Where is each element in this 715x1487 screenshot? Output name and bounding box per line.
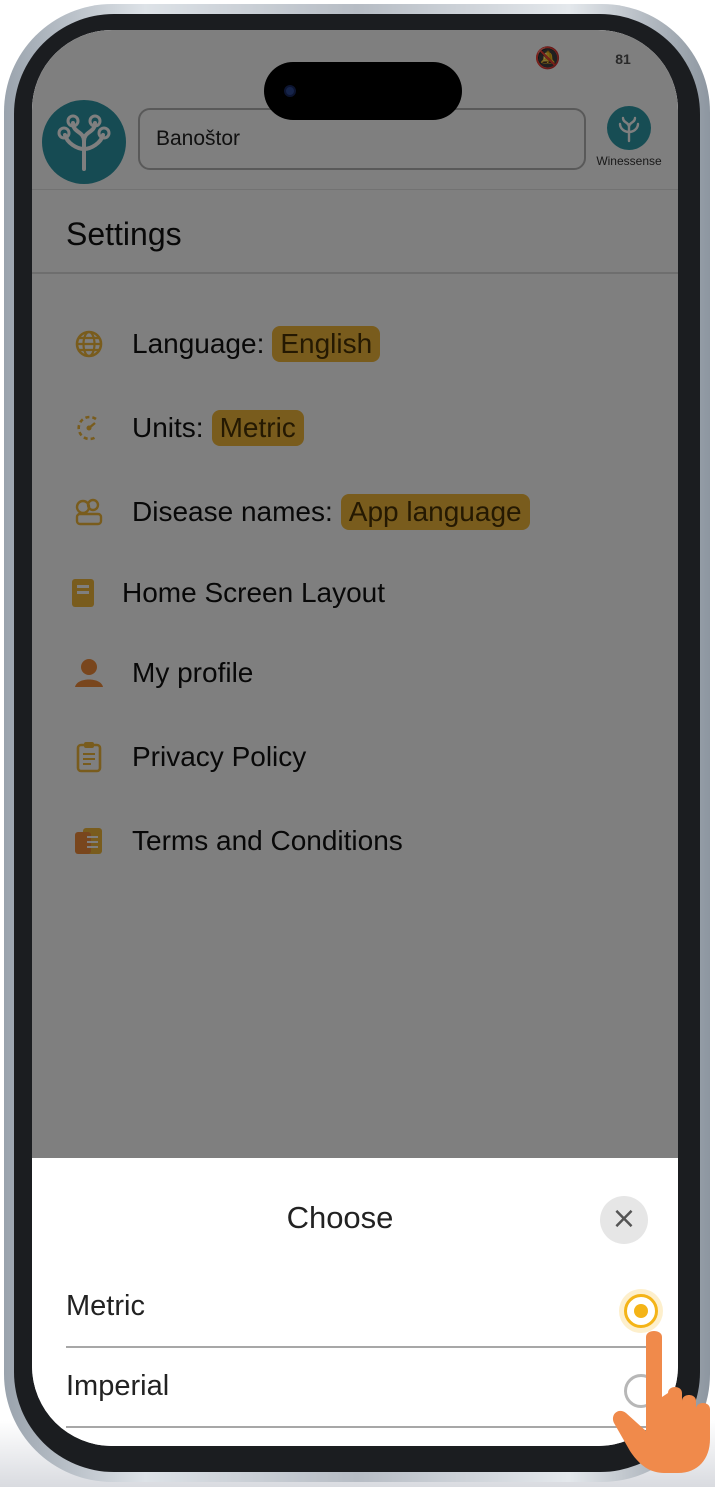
pointing-hand-icon bbox=[612, 1331, 710, 1473]
front-camera-icon bbox=[284, 85, 296, 97]
dynamic-island bbox=[264, 62, 462, 120]
stage: 12:44 ☁ ··· 🔕 ıl ≋ 81 Ban bbox=[0, 0, 715, 1487]
modal-backdrop[interactable] bbox=[32, 30, 678, 1158]
close-icon[interactable]: × bbox=[600, 1196, 648, 1244]
radio-metric[interactable] bbox=[624, 1294, 658, 1328]
phone-screen: 12:44 ☁ ··· 🔕 ıl ≋ 81 Ban bbox=[32, 30, 678, 1446]
option-imperial-label: Imperial bbox=[66, 1370, 170, 1402]
units-bottom-sheet: Choose × Metric Imperial bbox=[32, 1158, 678, 1446]
option-metric[interactable]: Metric bbox=[66, 1278, 658, 1348]
option-metric-label: Metric bbox=[66, 1290, 145, 1322]
sheet-title: Choose bbox=[286, 1200, 394, 1235]
option-imperial[interactable]: Imperial bbox=[66, 1358, 658, 1428]
